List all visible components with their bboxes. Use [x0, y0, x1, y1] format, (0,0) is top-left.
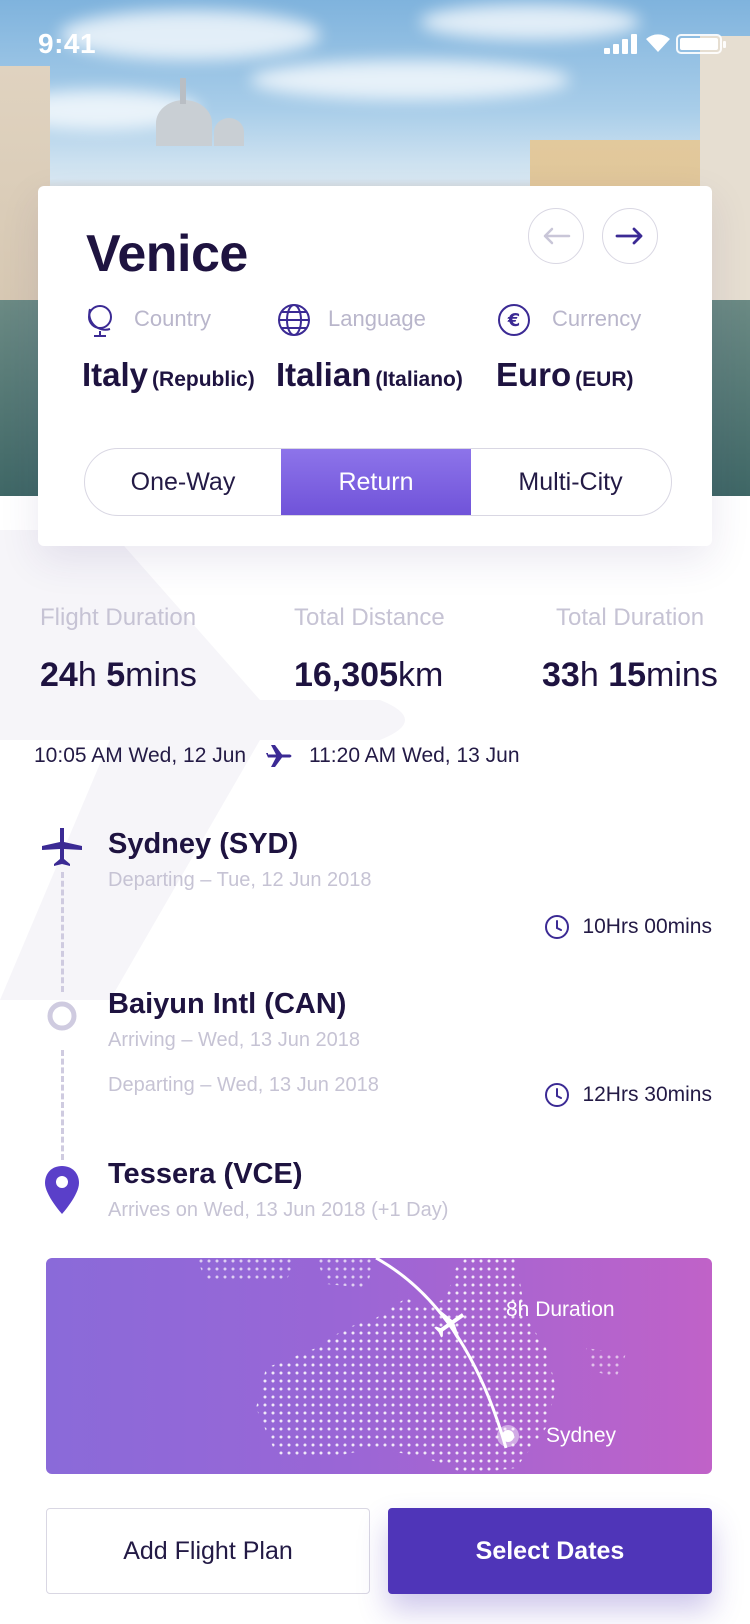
trip-type-selector: One-Way Return Multi-City — [84, 448, 672, 516]
next-destination-button[interactable] — [602, 208, 658, 264]
trip-type-multi-city[interactable]: Multi-City — [471, 449, 670, 515]
clock-icon — [545, 1083, 570, 1107]
map-duration-label: 8h Duration — [506, 1298, 615, 1321]
language-label: Language — [328, 306, 426, 331]
stopover-departing: Departing – Wed, 13 Jun 2018 — [108, 1074, 379, 1096]
departure-plane-icon — [42, 828, 82, 866]
country-label: Country — [134, 306, 212, 331]
trip-type-return[interactable]: Return — [281, 449, 471, 515]
total-duration-stat: Total Duration 33h 15mins — [542, 604, 718, 694]
destination-stop: Tessera (VCE) Arrives on Wed, 13 Jun 201… — [108, 1158, 448, 1222]
destination-name: Tessera (VCE) — [108, 1158, 303, 1190]
flight-duration-label: Flight Duration — [40, 604, 197, 631]
flight-times: 10:05 AM Wed, 12 Jun 11:20 AM Wed, 13 Ju… — [34, 744, 520, 768]
leg2-duration: 12Hrs 30mins — [544, 1082, 712, 1108]
total-distance-stat: Total Distance 16,305km — [294, 604, 445, 694]
leg1-duration-text: 10Hrs 00mins — [582, 915, 712, 938]
flight-duration-value: 24h 5mins — [40, 656, 197, 694]
leg1-duration: 10Hrs 00mins — [544, 914, 712, 940]
language-value: Italian (Italiano) — [276, 356, 463, 393]
trip-type-one-way[interactable]: One-Way — [85, 449, 281, 515]
map-city-label: Sydney — [546, 1424, 617, 1447]
origin-stop: Sydney (SYD) Departing – Tue, 12 Jun 201… — [108, 828, 372, 892]
globe-icon — [278, 304, 310, 336]
origin-name: Sydney (SYD) — [108, 828, 299, 860]
stopover-node-icon — [47, 1001, 77, 1031]
plane-icon — [266, 745, 292, 767]
svg-text:€: € — [507, 310, 521, 331]
stopover-arriving: Arriving – Wed, 13 Jun 2018 — [108, 1029, 361, 1051]
country-value: Italy (Republic) — [82, 356, 255, 393]
stopover-name: Baiyun Intl (CAN) — [108, 988, 347, 1020]
battery-icon — [676, 34, 726, 54]
timeline-connector — [61, 1050, 64, 1160]
euro-icon: € — [498, 304, 530, 336]
departure-time: 10:05 AM Wed, 12 Jun — [34, 744, 247, 767]
total-duration-label: Total Duration — [556, 604, 705, 631]
add-flight-plan-button[interactable]: Add Flight Plan — [46, 1508, 370, 1594]
clock-icon — [545, 915, 570, 939]
currency-label: Currency — [552, 306, 642, 331]
route-map: 8h Duration Sydney — [46, 1258, 712, 1474]
timeline-connector — [61, 872, 64, 992]
cellular-signal-icon — [604, 34, 638, 54]
previous-destination-button[interactable] — [528, 208, 584, 264]
destination-arrives: Arrives on Wed, 13 Jun 2018 (+1 Day) — [108, 1199, 449, 1221]
total-distance-value: 16,305km — [294, 656, 444, 694]
city-title: Venice — [86, 225, 248, 283]
flight-detail-screen: 9:41 Venice Country Italy (Republic) Lan… — [0, 0, 750, 1624]
status-time: 9:41 — [38, 28, 97, 59]
location-pin-icon — [45, 1166, 79, 1214]
currency-value: Euro (EUR) — [496, 356, 634, 393]
flight-duration-stat: Flight Duration 24h 5mins — [40, 604, 197, 694]
arrow-right-icon — [615, 227, 643, 245]
globe-stand-icon — [88, 305, 112, 337]
stopover-stop: Baiyun Intl (CAN) Arriving – Wed, 13 Jun… — [108, 988, 379, 1097]
total-duration-value: 33h 15mins — [542, 656, 718, 694]
wifi-icon — [646, 34, 670, 52]
total-distance-label: Total Distance — [294, 604, 445, 631]
select-dates-button[interactable]: Select Dates — [388, 1508, 712, 1594]
origin-departing: Departing – Tue, 12 Jun 2018 — [108, 869, 372, 891]
arrival-time: 11:20 AM Wed, 13 Jun — [309, 744, 520, 767]
arrow-left-icon — [543, 227, 571, 245]
destination-card: Venice Country Italy (Republic) Language … — [38, 186, 712, 546]
leg2-duration-text: 12Hrs 30mins — [582, 1083, 712, 1106]
status-bar: 9:41 — [0, 0, 750, 88]
